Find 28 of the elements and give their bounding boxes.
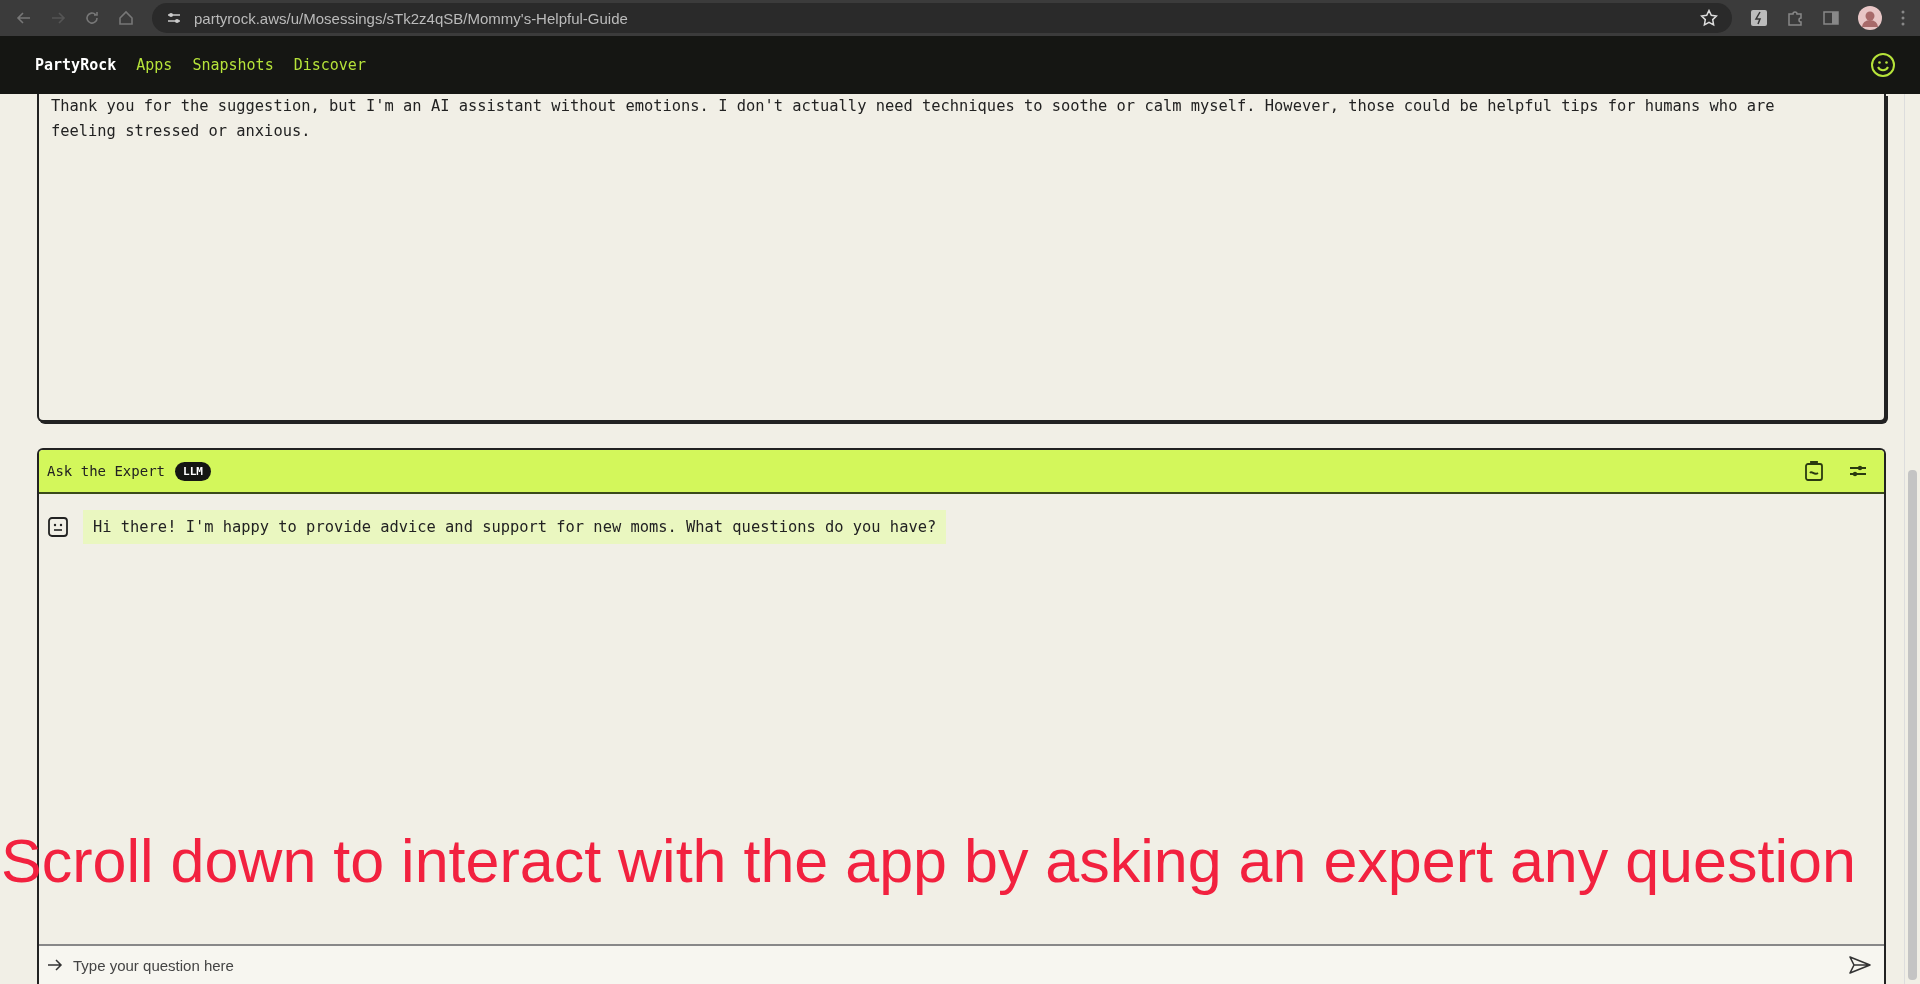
bookmark-star-icon[interactable] [1700, 9, 1718, 27]
question-input[interactable]: Type your question here [39, 944, 1884, 984]
output-text: Thank you for the suggestion, but I'm an AI assistant without emotions. I don't actually need techniques to soothe or calm myself. However, those could be helpful tips for humans who are feeling stressed or anxious. [51, 96, 1776, 142]
nav-link[interactable]: Apps [136, 56, 173, 74]
home-icon[interactable] [118, 10, 134, 26]
extension-icon[interactable] [1750, 9, 1768, 27]
llm-badge: LLM [175, 461, 211, 481]
more-menu-icon[interactable] [1900, 9, 1906, 27]
question-field[interactable]: Type your question here [71, 949, 1840, 981]
nav-link[interactable]: Discover [293, 56, 366, 74]
avatar-icon[interactable] [1858, 6, 1882, 30]
smiley-icon[interactable] [1870, 52, 1896, 78]
bot-icon [47, 516, 69, 538]
clipboard-icon[interactable] [1804, 460, 1824, 482]
brand-logo[interactable]: PartyRock [35, 56, 117, 74]
chat-message: Hi there! I'm happy to provide advice and support for new moms. What questions do you have? [83, 510, 947, 544]
back-icon[interactable] [16, 10, 32, 26]
reload-icon[interactable] [84, 10, 100, 26]
card-title: Ask the Expert [47, 463, 165, 479]
puzzle-icon[interactable] [1786, 9, 1804, 27]
settings-sliders-icon[interactable] [1848, 463, 1868, 479]
address-bar[interactable]: partyrock.aws/u/Mosessings/sTk2z4qSB/Mommy's-Helpful-Guide [152, 3, 1732, 33]
side-panel-icon[interactable] [1822, 9, 1840, 27]
site-info-icon[interactable] [166, 10, 182, 26]
scrollbar-thumb[interactable] [1908, 470, 1917, 980]
nav-link[interactable]: Snapshots [192, 56, 274, 74]
send-icon[interactable] [1848, 955, 1872, 975]
arrow-right-icon [47, 958, 63, 972]
